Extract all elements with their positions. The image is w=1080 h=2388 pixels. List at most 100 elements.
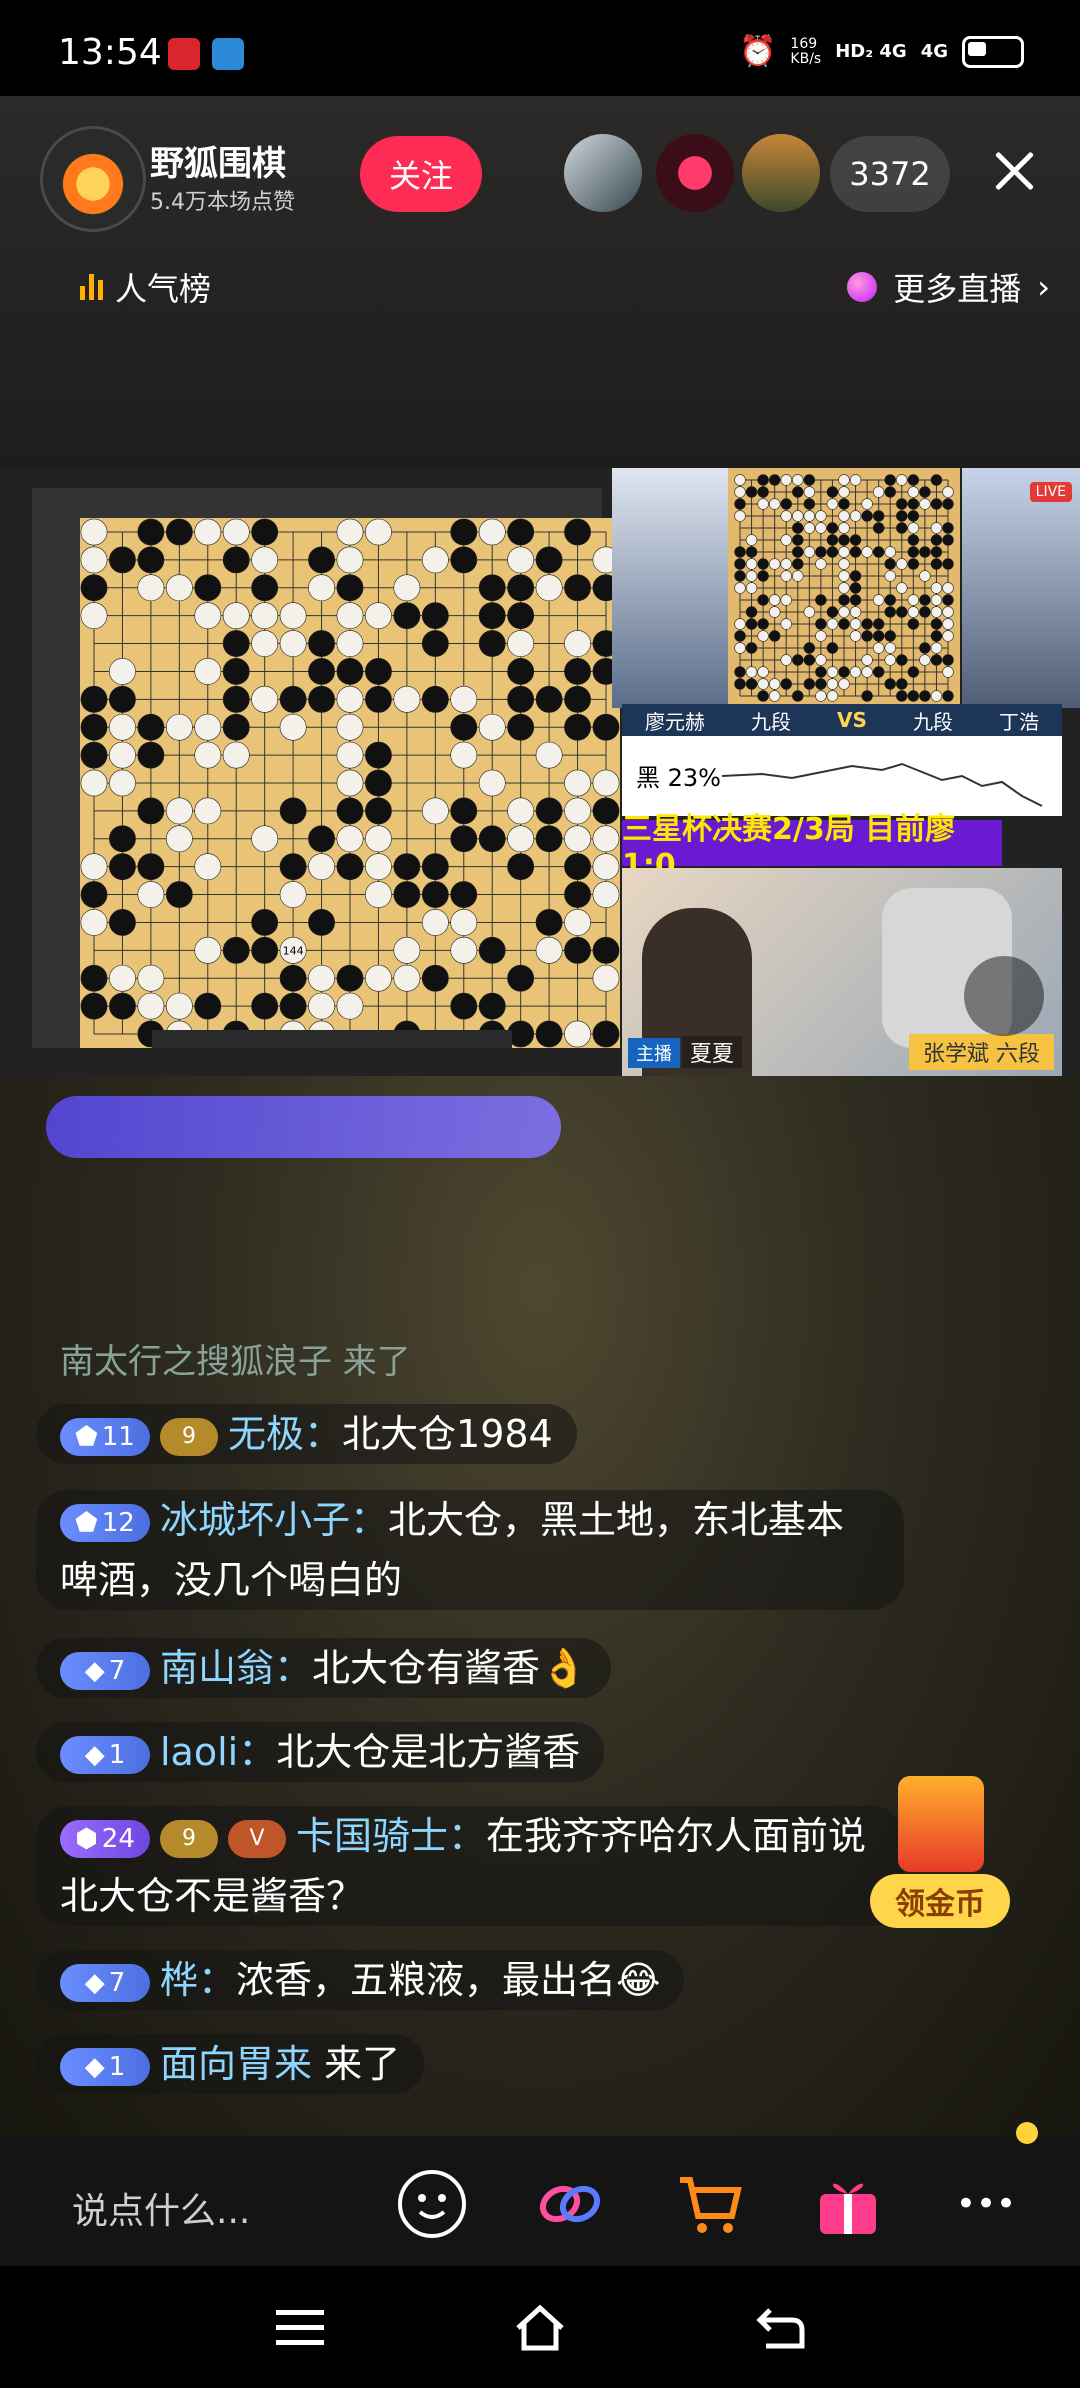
white-stone (849, 630, 862, 642)
chat-message[interactable]: ⬢ 24 9 V 卡国骑士：在我齐齐哈尔人面前说北大仓不是酱香？ (36, 1806, 904, 1926)
black-stone (308, 546, 335, 574)
black-stone (792, 654, 804, 666)
black-stone (849, 570, 862, 582)
black-stone (564, 685, 591, 713)
white-stone (194, 518, 222, 546)
gift-icon[interactable] (812, 2168, 884, 2240)
black-stone (907, 510, 920, 522)
black-stone (780, 498, 792, 510)
white-stone (194, 797, 222, 825)
black-stone (450, 992, 478, 1020)
back-icon[interactable] (752, 2300, 808, 2356)
black-stone (308, 630, 335, 657)
black-stone (907, 666, 920, 678)
chat-message[interactable]: ⬟ 12 冰城坏小子：北大仓，黑土地，东北基本啤酒，没几个喝白的 (36, 1490, 904, 1610)
chat-message[interactable]: ⬟ 11 9 无极：北大仓1984 (36, 1404, 577, 1464)
black-stone (279, 992, 307, 1020)
chat-username[interactable]: 无极： (228, 1412, 342, 1456)
white-stone (757, 498, 769, 510)
white-stone (279, 713, 307, 741)
chat-username[interactable]: 南山翁： (160, 1646, 312, 1690)
white-stone (803, 606, 816, 618)
live-video[interactable]: 144 LIVE 廖元赫 九段 VS 九段 丁浩 黑 23% 三星杯决赛2/3局… (0, 468, 1080, 1076)
viewer-avatar[interactable] (656, 134, 734, 212)
host-name[interactable]: 野狐围棋 (150, 136, 286, 185)
more-icon[interactable]: ••• (950, 2168, 1022, 2240)
chat-text: 来了 (312, 2042, 401, 2086)
white-stone (137, 574, 165, 602)
white-stone (365, 881, 392, 908)
black-stone (826, 642, 839, 654)
menu-icon[interactable] (272, 2300, 328, 2356)
gold-coin-button[interactable]: 领金币 (870, 1776, 1010, 1936)
link-icon[interactable] (534, 2168, 606, 2240)
chat-username[interactable]: 冰城坏小子： (160, 1498, 388, 1542)
chat-message[interactable]: ◆ 7 南山翁：北大仓有酱香👌 (36, 1638, 612, 1698)
black-stone (792, 522, 804, 534)
black-stone (896, 606, 908, 618)
white-stone (780, 510, 792, 522)
white-stone (222, 741, 250, 769)
white-stone (478, 518, 506, 546)
white-stone (564, 1020, 591, 1048)
popularity-rank[interactable]: 人气榜 (80, 264, 211, 310)
black-stone (734, 630, 746, 642)
black-stone (478, 825, 506, 853)
smile-icon[interactable] (396, 2168, 468, 2240)
black-stone (393, 853, 421, 881)
comment-input[interactable]: 说点什么... (72, 2182, 250, 2234)
home-icon[interactable] (512, 2300, 568, 2356)
white-stone (564, 630, 591, 657)
black-stone (279, 853, 307, 881)
black-stone (507, 602, 535, 630)
fullscreen-icon[interactable] (964, 956, 1044, 1036)
black-stone (109, 685, 136, 713)
level-badge: ⬢ 24 (60, 1819, 150, 1858)
app-notification-icon (212, 38, 244, 70)
board-controls[interactable] (152, 1030, 512, 1048)
white-stone (826, 498, 839, 510)
white-stone (109, 769, 136, 797)
white-stone (815, 690, 827, 702)
black-stone (792, 534, 804, 546)
black-stone (109, 909, 136, 936)
white-stone (251, 825, 279, 853)
live-badge: LIVE (1029, 482, 1072, 502)
chat-username[interactable]: 桦： (160, 1958, 236, 2002)
viewer-count[interactable]: 3372 (830, 136, 950, 212)
black-stone (535, 1020, 563, 1048)
follow-button[interactable]: 关注 (360, 136, 482, 212)
chat-message[interactable]: ◆ 1 面向胃来 来了 (36, 2034, 425, 2094)
viewer-avatar[interactable] (742, 134, 820, 212)
flame-avatar-icon[interactable] (40, 126, 146, 232)
black-stone (450, 825, 478, 853)
black-stone (80, 685, 108, 713)
white-stone (109, 964, 136, 992)
black-stone (564, 574, 591, 602)
bar-chart-icon (80, 274, 103, 300)
white-stone (734, 486, 746, 498)
left-player: 廖元赫 (645, 709, 705, 734)
mini-board-grid (734, 474, 954, 702)
white-stone (279, 602, 307, 630)
chat-text: 浓香，五粮液，最出名😂 (236, 1958, 661, 2002)
chat-username[interactable]: 面向胃来 (160, 2042, 312, 2086)
chat-message[interactable]: ◆ 1 laoli：北大仓是北方酱香 (36, 1722, 605, 1782)
chat-username[interactable]: 卡国骑士： (296, 1814, 486, 1858)
close-icon[interactable] (990, 146, 1040, 196)
viewer-avatar[interactable] (564, 134, 642, 212)
white-stone (109, 741, 136, 769)
black-stone (815, 618, 827, 630)
chat-username[interactable]: laoli： (160, 1730, 276, 1774)
black-stone (365, 769, 392, 797)
player-camera-right: LIVE (962, 468, 1080, 708)
more-live-button[interactable]: 更多直播 › (847, 264, 1050, 310)
chat-message[interactable]: ◆ 7 桦：浓香，五粮液，最出名😂 (36, 1950, 685, 2010)
white-stone (507, 797, 535, 825)
white-stone (336, 630, 364, 657)
black-stone (564, 881, 591, 908)
cart-icon[interactable] (674, 2168, 746, 2240)
white-stone (745, 582, 758, 594)
white-stone (872, 594, 885, 606)
white-stone (421, 909, 449, 936)
